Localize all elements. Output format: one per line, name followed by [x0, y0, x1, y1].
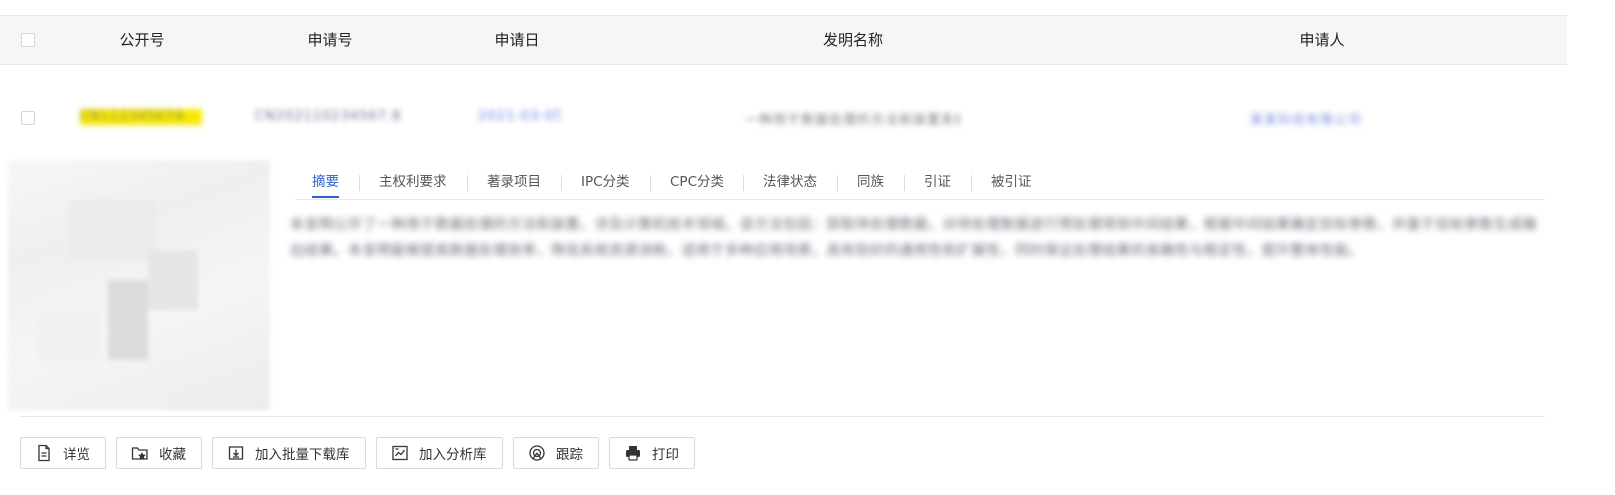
tab-legal-status[interactable]: 法律状态 [763, 170, 817, 198]
table-row: CN11234567A CN202110234567.8 2021-03-05 … [0, 66, 1567, 166]
download-icon [227, 444, 245, 462]
add-analysis-label: 加入分析库 [419, 447, 487, 463]
patent-result-panel: 公开号 申请号 申请日 发明名称 申请人 CN11234567A CN20211… [0, 0, 1615, 495]
abstract-text: 本发明公开了一种用于数据处理的方法和装置，涉及计算机技术领域。该方法包括：获取待… [290, 217, 1537, 259]
table-header: 公开号 申请号 申请日 发明名称 申请人 [0, 15, 1567, 65]
header-app-date[interactable]: 申请日 [467, 16, 567, 64]
header-applicant[interactable]: 申请人 [1272, 16, 1372, 64]
folder-star-icon [131, 444, 149, 462]
patent-drawing-thumbnail[interactable] [8, 160, 270, 410]
track-label: 跟踪 [556, 447, 583, 463]
tab-citation[interactable]: 引证 [924, 170, 951, 198]
chart-icon [391, 444, 409, 462]
printer-icon [624, 444, 642, 462]
tab-cpc[interactable]: CPC分类 [670, 170, 724, 198]
favorite-label: 收藏 [159, 447, 186, 463]
app-date-cell: 2021-03-05 [478, 109, 560, 124]
app-no-cell: CN202110234567.8 [255, 109, 402, 124]
favorite-button[interactable]: 收藏 [116, 437, 202, 469]
tab-abstract[interactable]: 摘要 [312, 170, 339, 198]
print-button[interactable]: 打印 [609, 437, 695, 469]
radar-icon [528, 444, 546, 462]
tab-bibliographic[interactable]: 著录项目 [487, 170, 541, 198]
tab-ipc[interactable]: IPC分类 [581, 170, 630, 198]
divider [20, 416, 1545, 417]
print-label: 打印 [652, 447, 679, 463]
header-app-no[interactable]: 申请号 [280, 16, 380, 64]
detail-button[interactable]: 详览 [20, 437, 106, 469]
pub-no-link[interactable]: CN11234567A [80, 109, 202, 125]
detail-tabs: 摘要 主权利要求 著录项目 IPC分类 CPC分类 法律状态 同族 引证 被引证 [295, 170, 1545, 200]
detail-label: 详览 [63, 447, 90, 463]
tab-main-claim[interactable]: 主权利要求 [379, 170, 447, 198]
add-analysis-button[interactable]: 加入分析库 [376, 437, 503, 469]
batch-download-label: 加入批量下载库 [255, 447, 350, 463]
track-button[interactable]: 跟踪 [513, 437, 599, 469]
document-icon [35, 444, 53, 462]
header-title[interactable]: 发明名称 [793, 16, 913, 64]
applicant-link[interactable]: 某某科技有限公司 [1250, 109, 1398, 125]
tab-family[interactable]: 同族 [857, 170, 884, 198]
row-checkbox[interactable] [21, 111, 35, 125]
batch-download-button[interactable]: 加入批量下载库 [212, 437, 366, 469]
select-all-checkbox[interactable] [21, 33, 35, 47]
title-link[interactable]: 一种用于数据处理的方法和装置系统 [745, 109, 960, 125]
tab-cited-by[interactable]: 被引证 [991, 170, 1032, 198]
header-pub-no[interactable]: 公开号 [92, 16, 192, 64]
